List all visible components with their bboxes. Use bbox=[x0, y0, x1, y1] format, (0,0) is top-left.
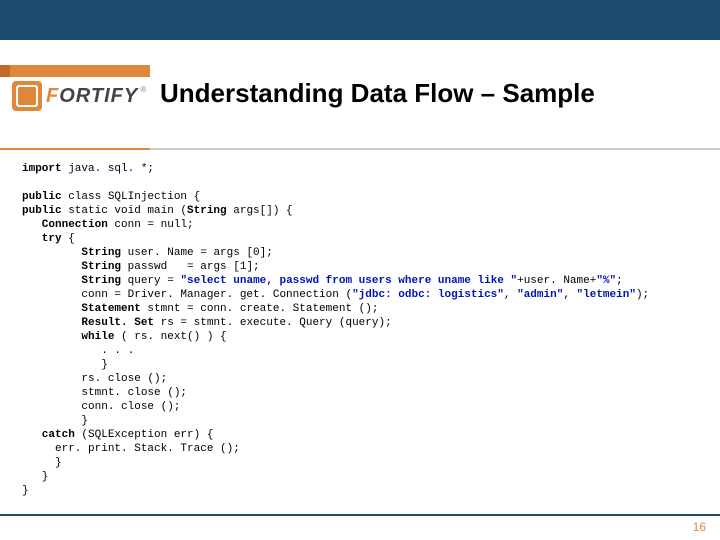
code-text: } bbox=[22, 359, 108, 371]
code-text: conn = null; bbox=[108, 219, 194, 231]
string-literal: "admin" bbox=[517, 289, 563, 301]
kw-while: while bbox=[22, 331, 114, 343]
code-text: stmnt. close (); bbox=[22, 387, 187, 399]
code-text: } bbox=[22, 415, 88, 427]
kw-import: import bbox=[22, 163, 62, 175]
code-text: ); bbox=[636, 289, 649, 301]
slide: FORTIFY® Understanding Data Flow – Sampl… bbox=[0, 0, 720, 540]
code-text: stmnt = conn. create. Statement (); bbox=[141, 303, 379, 315]
code-text: class SQLInjection { bbox=[62, 191, 201, 203]
string-literal: "%" bbox=[596, 275, 616, 287]
logo: FORTIFY® bbox=[12, 78, 147, 114]
code-text: , bbox=[504, 289, 517, 301]
page-number: 16 bbox=[693, 520, 706, 534]
code-text: err. print. Stack. Trace (); bbox=[22, 443, 240, 455]
footer-line bbox=[0, 514, 720, 516]
code-text: rs. close (); bbox=[22, 373, 167, 385]
code-text: (SQLException err) { bbox=[75, 429, 214, 441]
kw-connection: Connection bbox=[22, 219, 108, 231]
kw-try: try bbox=[22, 233, 62, 245]
logo-first-letter: F bbox=[46, 85, 59, 107]
kw-resultset: Result. Set bbox=[22, 317, 154, 329]
code-block: import java. sql. *; public class SQLInj… bbox=[22, 162, 700, 498]
code-text: } bbox=[22, 457, 62, 469]
kw-string: String bbox=[22, 261, 121, 273]
code-text: . . . bbox=[22, 345, 141, 357]
kw-catch: catch bbox=[22, 429, 75, 441]
code-text: +user. Name+ bbox=[517, 275, 596, 287]
top-bar bbox=[0, 0, 720, 40]
registered-icon: ® bbox=[140, 85, 147, 94]
kw-string: String bbox=[22, 247, 121, 259]
string-literal: "jdbc: odbc: logistics" bbox=[352, 289, 504, 301]
code-text: { bbox=[62, 233, 75, 245]
code-text: ; bbox=[616, 275, 623, 287]
kw-string: String bbox=[187, 205, 227, 217]
accent-bar bbox=[0, 65, 150, 77]
logo-rest: ORTIFY bbox=[59, 85, 138, 107]
code-text: static void main ( bbox=[62, 205, 187, 217]
code-text: conn = Driver. Manager. get. Connection … bbox=[22, 289, 352, 301]
logo-shield-icon bbox=[12, 81, 42, 111]
code-text: , bbox=[563, 289, 576, 301]
code-text: conn. close (); bbox=[22, 401, 180, 413]
code-text: query = bbox=[121, 275, 180, 287]
code-text: java. sql. *; bbox=[62, 163, 154, 175]
code-text: args[]) { bbox=[227, 205, 293, 217]
kw-public: public bbox=[22, 191, 62, 203]
slide-title: Understanding Data Flow – Sample bbox=[160, 78, 595, 109]
code-text: ( rs. next() ) { bbox=[114, 331, 226, 343]
accent-bar-dark bbox=[0, 65, 10, 77]
string-literal: "select uname, passwd from users where u… bbox=[180, 275, 517, 287]
kw-statement: Statement bbox=[22, 303, 141, 315]
code-text: user. Name = args [0]; bbox=[121, 247, 273, 259]
code-text: } bbox=[22, 485, 29, 497]
title-underline-accent bbox=[0, 148, 150, 150]
kw-public: public bbox=[22, 205, 62, 217]
logo-text: FORTIFY® bbox=[46, 85, 147, 108]
string-literal: "letmein" bbox=[577, 289, 636, 301]
code-text: } bbox=[22, 471, 48, 483]
code-text: rs = stmnt. execute. Query (query); bbox=[154, 317, 392, 329]
code-text: passwd = args [1]; bbox=[121, 261, 260, 273]
kw-string: String bbox=[22, 275, 121, 287]
